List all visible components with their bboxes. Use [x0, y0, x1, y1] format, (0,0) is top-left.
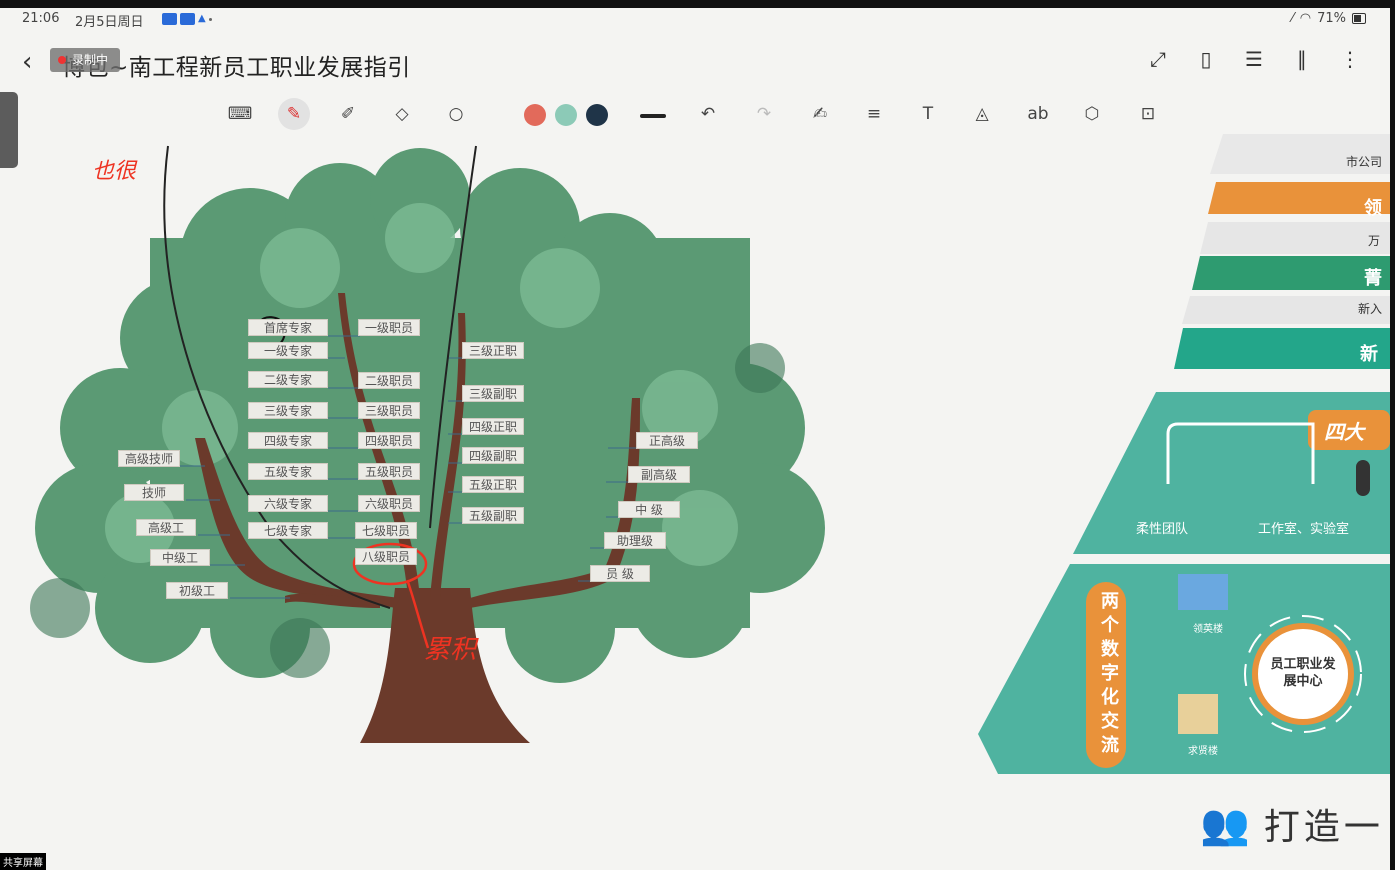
- tree-label: 五级副职: [462, 507, 524, 524]
- status-right: ⁄ ◠ 71%: [1292, 11, 1366, 26]
- tree-label: 四级职员: [358, 432, 420, 449]
- tree-label: 中级工: [150, 549, 210, 566]
- tree-label: 六级职员: [358, 495, 420, 512]
- tree-label: 员 级: [590, 565, 650, 582]
- center-label: 员工职业发展中心: [1270, 657, 1336, 689]
- tree-label: 高级工: [136, 519, 196, 536]
- section-item: 工作室、实验室: [1258, 522, 1350, 537]
- more-icon[interactable]: ⋮: [1338, 46, 1362, 72]
- tree-label: 七级职员: [355, 522, 417, 539]
- tree-label: 中 级: [618, 501, 680, 518]
- level-band-label: 领: [1364, 198, 1382, 219]
- section-item: 求贤楼: [1188, 746, 1218, 757]
- tree-label: 一级职员: [358, 319, 420, 336]
- tree-label: 三级正职: [462, 342, 524, 359]
- tree-label: 四级副职: [462, 447, 524, 464]
- bottom-heading: 👥 打造一: [1200, 798, 1384, 850]
- battery-percent: 71%: [1317, 11, 1346, 26]
- section-badge: 四大: [1324, 420, 1364, 444]
- tree-label: 正高级: [636, 432, 698, 449]
- tree-label: 三级副职: [462, 385, 524, 402]
- tree-label: 五级正职: [462, 476, 524, 493]
- tree-label: 副高级: [628, 466, 690, 483]
- notes-app-screen: 21:06 2月5日周日 ▲ ⁄ ◠ 71% ‹ 博包~南工程新员工职业发展指引…: [0, 8, 1390, 870]
- tree-label: 五级专家: [248, 463, 328, 480]
- handwritten-note: 累积: [424, 635, 479, 665]
- attachment-icon[interactable]: ∥: [1290, 46, 1314, 72]
- level-band-label: 新: [1360, 344, 1378, 365]
- bottom-title-text: 打造一: [1263, 807, 1384, 848]
- section-item: 领英楼: [1193, 624, 1223, 635]
- battery-icon: [1352, 13, 1366, 24]
- top-actions: ⤢ ▯ ☰ ∥ ⋮: [1146, 46, 1362, 72]
- level-small-label: 市公司: [1346, 155, 1383, 169]
- tree-label: 技师: [124, 484, 184, 501]
- tree-label: 六级专家: [248, 495, 328, 512]
- tree-label: 高级技师: [118, 450, 180, 467]
- people-icon: 👥: [1200, 801, 1250, 848]
- tree-label: 三级专家: [248, 402, 328, 419]
- shapes-icon[interactable]: ⬡: [1076, 98, 1108, 130]
- tree-label: 助理级: [604, 532, 666, 549]
- tree-label: 初级工: [166, 582, 228, 599]
- shape-recognize-icon[interactable]: ◬: [966, 98, 998, 130]
- handwritten-note: 也很: [92, 159, 138, 184]
- tree-label: 二级职员: [358, 372, 420, 389]
- tree-label: 四级正职: [462, 418, 524, 435]
- book-icon[interactable]: ▯: [1194, 46, 1218, 72]
- section-item: 柔性团队: [1136, 522, 1189, 537]
- document-icon[interactable]: ☰: [1242, 46, 1266, 72]
- tree-label: 首席专家: [248, 319, 328, 336]
- scroll-handle[interactable]: [1356, 460, 1370, 496]
- fullscreen-icon[interactable]: ⤢: [1146, 46, 1170, 72]
- tree-label: 三级职员: [358, 402, 420, 419]
- level-small-label: 万: [1368, 234, 1381, 248]
- tree-label: 四级专家: [248, 432, 328, 449]
- screen-share-tag[interactable]: 共享屏幕: [0, 853, 46, 870]
- tree-label: 二级专家: [248, 371, 328, 388]
- vertical-title: 两个数字化交流: [1101, 591, 1119, 756]
- tree-label: 一级专家: [248, 342, 328, 359]
- lock-icon[interactable]: ⊡: [1132, 98, 1164, 130]
- level-small-label: 新入: [1358, 302, 1383, 316]
- tree-label: 七级专家: [248, 522, 328, 539]
- tree-label: 八级职员: [355, 548, 417, 565]
- wifi-icon: ◠: [1299, 11, 1312, 26]
- text-box-icon[interactable]: ab: [1022, 98, 1054, 130]
- level-band-label: 菁: [1364, 268, 1382, 289]
- tree-label: 五级职员: [358, 463, 420, 480]
- pen-connected-icon: ⁄: [1291, 11, 1294, 26]
